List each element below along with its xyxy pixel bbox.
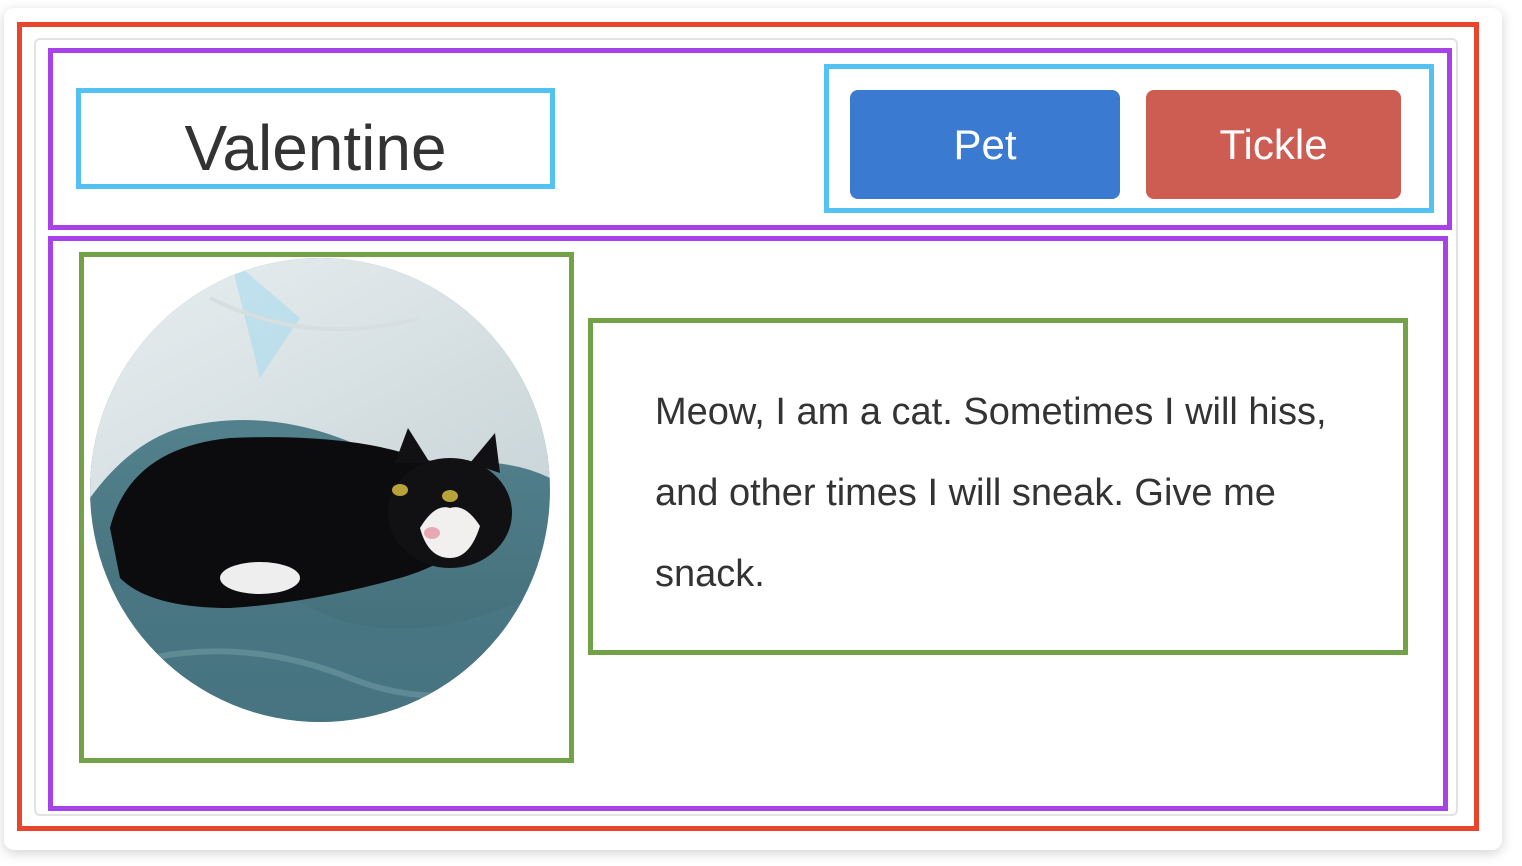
cat-photo-image bbox=[90, 258, 550, 722]
cat-name: Valentine bbox=[184, 111, 447, 184]
page: Valentine Pet Tickle Meow, I am a cat. S… bbox=[0, 0, 1522, 866]
tickle-button[interactable]: Tickle bbox=[1146, 90, 1401, 199]
cat-photo bbox=[90, 258, 550, 722]
pet-button[interactable]: Pet bbox=[850, 90, 1120, 199]
cat-bio: Meow, I am a cat. Sometimes I will hiss,… bbox=[655, 391, 1327, 595]
name-outline: Valentine bbox=[76, 88, 555, 189]
